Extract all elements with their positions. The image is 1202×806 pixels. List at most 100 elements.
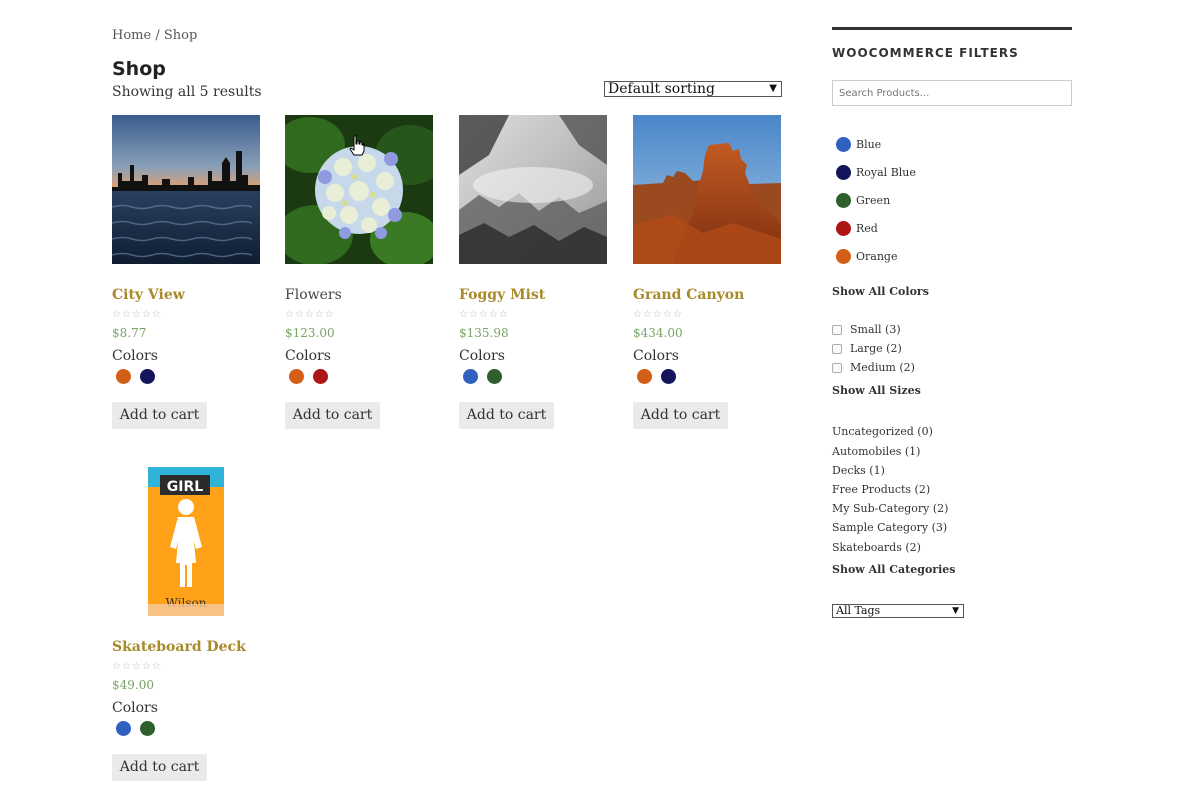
category-link[interactable]: Automobiles (1) <box>832 445 920 458</box>
color-swatch-orange[interactable] <box>289 369 304 384</box>
orange-swatch-icon <box>836 249 851 264</box>
size-filter-label: Small (3) <box>850 323 901 336</box>
colors-label: Colors <box>459 348 505 364</box>
product-image-skateboard-deck[interactable]: GIRL Wilson <box>112 467 260 616</box>
sort-select-value: Default sorting <box>608 81 715 97</box>
size-filter-small[interactable]: Small (3) <box>832 323 901 336</box>
color-filter-red[interactable]: Red <box>836 221 878 236</box>
dropdown-arrow-icon: ▼ <box>769 83 777 94</box>
color-swatch-green[interactable] <box>487 369 502 384</box>
colors-label: Colors <box>112 700 158 716</box>
category-link[interactable]: Free Products (2) <box>832 483 930 496</box>
sort-select[interactable]: Default sorting ▼ <box>604 81 782 97</box>
color-filter-label: Orange <box>856 250 898 263</box>
product-title[interactable]: Flowers <box>285 287 342 303</box>
show-all-sizes-link[interactable]: Show All Sizes <box>832 384 921 397</box>
product-title[interactable]: Foggy Mist <box>459 287 545 303</box>
show-all-categories-link[interactable]: Show All Categories <box>832 563 955 576</box>
color-filter-label: Green <box>856 194 891 207</box>
category-link[interactable]: Sample Category (3) <box>832 521 947 534</box>
color-swatches <box>463 369 502 384</box>
show-all-colors-link[interactable]: Show All Colors <box>832 285 929 298</box>
color-filter-label: Red <box>856 222 878 235</box>
hand-cursor-icon <box>349 135 365 156</box>
color-filter-royal-blue[interactable]: Royal Blue <box>836 165 916 180</box>
checkbox-icon[interactable] <box>832 343 842 354</box>
product-card: City View ☆☆☆☆☆ $8.77 Colors Add to cart <box>112 115 260 429</box>
tags-select-value: All Tags <box>836 604 881 617</box>
add-to-cart-button[interactable]: Add to cart <box>633 402 728 429</box>
green-swatch-icon <box>836 193 851 208</box>
product-image-grand-canyon[interactable] <box>633 115 781 264</box>
checkbox-icon[interactable] <box>832 362 842 373</box>
color-swatch-blue[interactable] <box>463 369 478 384</box>
colors-label: Colors <box>633 348 679 364</box>
color-filter-orange[interactable]: Orange <box>836 249 897 264</box>
product-price: $8.77 <box>112 326 147 340</box>
size-filter-label: Medium (2) <box>850 361 915 374</box>
royal-blue-swatch-icon <box>836 165 851 180</box>
colors-label: Colors <box>112 348 158 364</box>
search-products-input[interactable] <box>832 80 1072 106</box>
color-swatch-blue[interactable] <box>116 721 131 736</box>
size-filter-medium[interactable]: Medium (2) <box>832 361 915 374</box>
result-count: Showing all 5 results <box>112 84 262 100</box>
color-swatch-red[interactable] <box>313 369 328 384</box>
category-link[interactable]: My Sub-Category (2) <box>832 502 948 515</box>
color-swatch-royal-blue[interactable] <box>661 369 676 384</box>
deck-brand-text: GIRL <box>167 479 203 495</box>
product-price: $49.00 <box>112 678 154 692</box>
star-rating-icon: ☆☆☆☆☆ <box>633 309 683 320</box>
add-to-cart-button[interactable]: Add to cart <box>112 402 207 429</box>
color-swatches <box>116 369 155 384</box>
product-card: Flowers ☆☆☆☆☆ $123.00 Colors Add to cart <box>285 115 433 429</box>
color-swatch-orange[interactable] <box>116 369 131 384</box>
add-to-cart-button[interactable]: Add to cart <box>459 402 554 429</box>
breadcrumb: Home / Shop <box>112 28 197 43</box>
breadcrumb-current: Shop <box>163 28 198 43</box>
color-filter-label: Royal Blue <box>856 166 916 179</box>
product-title[interactable]: Grand Canyon <box>633 287 744 303</box>
page-title: Shop <box>112 58 166 80</box>
breadcrumb-separator: / <box>151 28 164 43</box>
widget-top-border <box>832 27 1072 30</box>
red-swatch-icon <box>836 221 851 236</box>
color-swatches <box>637 369 676 384</box>
dropdown-arrow-icon: ▼ <box>952 606 959 616</box>
product-price: $135.98 <box>459 326 509 340</box>
star-rating-icon: ☆☆☆☆☆ <box>112 661 162 672</box>
tags-select[interactable]: All Tags ▼ <box>832 604 964 618</box>
star-rating-icon: ☆☆☆☆☆ <box>285 309 335 320</box>
category-link[interactable]: Uncategorized (0) <box>832 425 933 438</box>
product-price: $434.00 <box>633 326 683 340</box>
category-link[interactable]: Skateboards (2) <box>832 541 921 554</box>
product-card: GIRL Wilson Skateboard Deck ☆☆☆☆☆ $49.00… <box>112 467 260 781</box>
color-swatch-green[interactable] <box>140 721 155 736</box>
checkbox-icon[interactable] <box>832 324 842 335</box>
color-swatches <box>289 369 328 384</box>
color-filter-blue[interactable]: Blue <box>836 137 881 152</box>
color-swatch-orange[interactable] <box>637 369 652 384</box>
color-swatch-royal-blue[interactable] <box>140 369 155 384</box>
size-filter-label: Large (2) <box>850 342 902 355</box>
color-filter-label: Blue <box>856 138 882 151</box>
product-image-city-view[interactable] <box>112 115 260 264</box>
product-title[interactable]: Skateboard Deck <box>112 639 246 655</box>
breadcrumb-home-link[interactable]: Home <box>112 28 151 43</box>
add-to-cart-button[interactable]: Add to cart <box>285 402 380 429</box>
category-link[interactable]: Decks (1) <box>832 464 885 477</box>
color-filter-green[interactable]: Green <box>836 193 890 208</box>
colors-label: Colors <box>285 348 331 364</box>
star-rating-icon: ☆☆☆☆☆ <box>112 309 162 320</box>
product-card: Foggy Mist ☆☆☆☆☆ $135.98 Colors Add to c… <box>459 115 607 429</box>
add-to-cart-button[interactable]: Add to cart <box>112 754 207 781</box>
color-swatches <box>116 721 155 736</box>
widget-title: WOOCOMMERCE FILTERS <box>832 46 1019 60</box>
product-image-foggy-mist[interactable] <box>459 115 607 264</box>
product-card: Grand Canyon ☆☆☆☆☆ $434.00 Colors Add to… <box>633 115 781 429</box>
blue-swatch-icon <box>836 137 851 152</box>
product-title[interactable]: City View <box>112 287 185 303</box>
star-rating-icon: ☆☆☆☆☆ <box>459 309 509 320</box>
product-price: $123.00 <box>285 326 335 340</box>
size-filter-large[interactable]: Large (2) <box>832 342 902 355</box>
